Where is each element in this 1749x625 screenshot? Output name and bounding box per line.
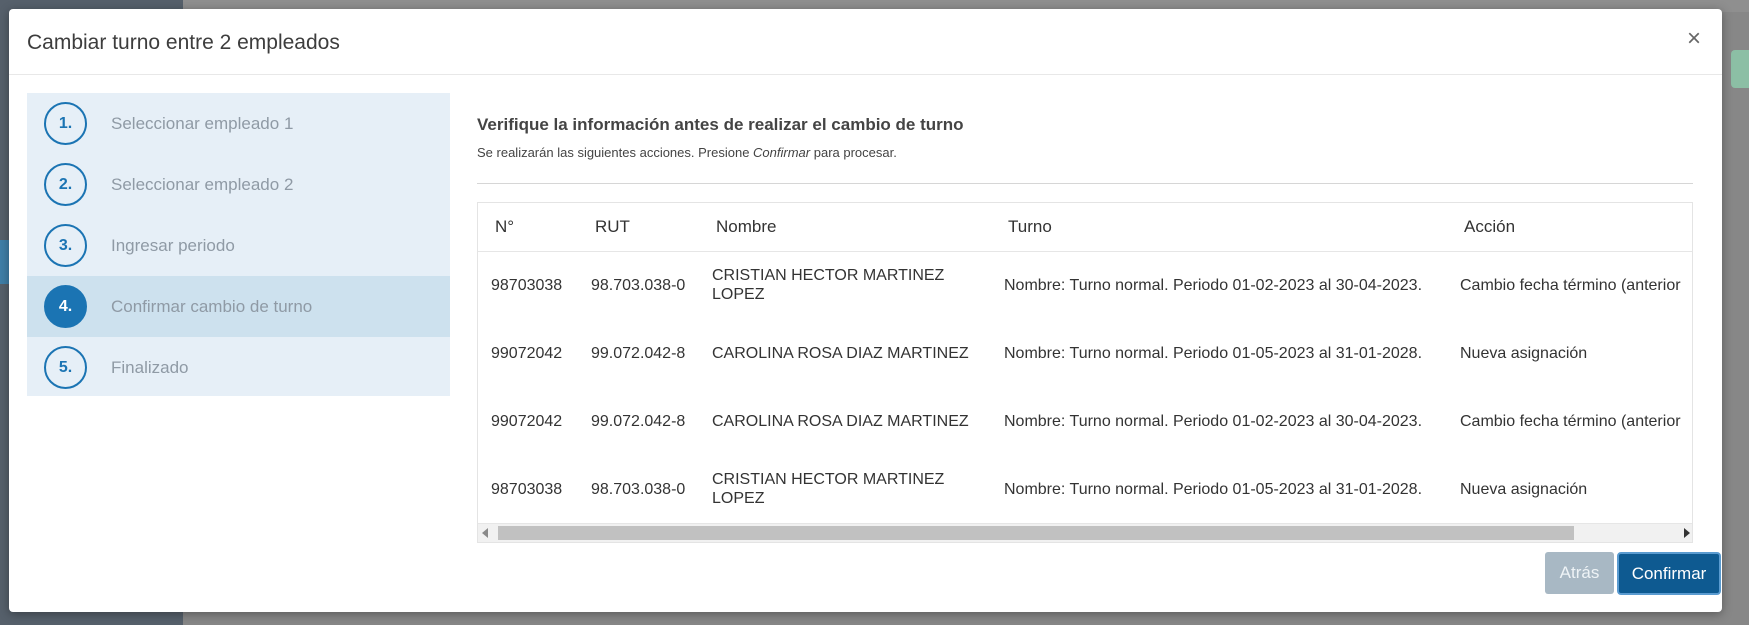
cell-action: Nueva asignación (1460, 344, 1588, 362)
step-number-badge: 4. (44, 285, 87, 328)
step-label: Ingresar periodo (111, 235, 235, 255)
column-header-rut[interactable]: RUT (578, 203, 699, 252)
cell-shift: Nombre: Turno normal. Periodo 01-02-2023… (1004, 276, 1423, 294)
cell-shift: Nombre: Turno normal. Periodo 01-05-2023… (1004, 480, 1423, 498)
column-header-number[interactable]: N° (478, 203, 578, 252)
cell-rut: 99.072.042-8 (591, 412, 686, 430)
step-number-badge: 5. (44, 346, 87, 389)
cell-name: CAROLINA ROSA DIAZ MARTINEZ (712, 412, 969, 430)
cell-action: Cambio fecha término (anterior (1460, 276, 1681, 294)
step-confirm-shift-change[interactable]: 4. Confirmar cambio de turno (27, 276, 450, 337)
confirmation-content: Verifique la información antes de realiz… (477, 93, 1702, 543)
scrollbar-thumb[interactable] (498, 526, 1574, 540)
back-button[interactable]: Atrás (1545, 552, 1614, 594)
cell-shift: Nombre: Turno normal. Periodo 01-05-2023… (1004, 344, 1423, 362)
step-number-badge: 3. (44, 224, 87, 267)
cell-action: Cambio fecha término (anterior (1460, 412, 1681, 430)
step-label: Finalizado (111, 357, 189, 377)
subtitle-emphasis: Confirmar (753, 145, 811, 160)
backdrop-status-pill (1731, 50, 1749, 88)
actions-table: N° RUT Nombre Turno Acción 98703038 98.7… (478, 203, 1692, 523)
cell-number: 99072042 (491, 344, 563, 362)
divider (477, 183, 1693, 184)
step-number-badge: 2. (44, 163, 87, 206)
step-select-employee-2[interactable]: 2. Seleccionar empleado 2 (27, 154, 450, 215)
table-row: 98703038 98.703.038-0 CRISTIAN HECTOR MA… (478, 455, 1692, 523)
cell-number: 98703038 (491, 480, 563, 498)
step-select-employee-1[interactable]: 1. Seleccionar empleado 1 (27, 93, 450, 154)
modal-header: Cambiar turno entre 2 empleados × (9, 9, 1722, 75)
change-shift-modal: Cambiar turno entre 2 empleados × 1. Sel… (9, 9, 1722, 612)
column-header-action[interactable]: Acción (1447, 203, 1692, 252)
cell-rut: 98.703.038-0 (591, 276, 686, 294)
step-label: Confirmar cambio de turno (111, 296, 313, 316)
subtitle-text-after: para procesar. (810, 145, 897, 160)
step-number-badge: 1. (44, 102, 87, 145)
cell-name: CAROLINA ROSA DIAZ MARTINEZ (712, 344, 969, 362)
content-subtitle: Se realizarán las siguientes acciones. P… (477, 145, 1702, 160)
table-row: 99072042 99.072.042-8 CAROLINA ROSA DIAZ… (478, 319, 1692, 387)
confirm-button[interactable]: Confirmar (1617, 552, 1721, 595)
table-row: 98703038 98.703.038-0 CRISTIAN HECTOR MA… (478, 251, 1692, 319)
subtitle-text-before: Se realizarán las siguientes acciones. P… (477, 145, 754, 160)
cell-name: CRISTIAN HECTOR MARTINEZ LOPEZ (712, 267, 945, 304)
actions-table-container: N° RUT Nombre Turno Acción 98703038 98.7… (477, 202, 1693, 543)
step-label: Seleccionar empleado 2 (111, 174, 294, 194)
cell-shift: Nombre: Turno normal. Periodo 01-02-2023… (1004, 412, 1423, 430)
cell-rut: 98.703.038-0 (591, 480, 686, 498)
content-title: Verifique la información antes de realiz… (477, 115, 964, 134)
modal-title: Cambiar turno entre 2 empleados (27, 31, 340, 54)
step-finished[interactable]: 5. Finalizado (27, 337, 450, 398)
cell-name: CRISTIAN HECTOR MARTINEZ LOPEZ (712, 471, 945, 507)
cell-number: 98703038 (491, 276, 563, 294)
horizontal-scrollbar[interactable] (478, 523, 1692, 542)
column-header-shift[interactable]: Turno (991, 203, 1447, 252)
scroll-left-arrow-icon[interactable] (482, 528, 488, 538)
scroll-right-arrow-icon[interactable] (1684, 528, 1690, 538)
table-header-row: N° RUT Nombre Turno Acción (478, 203, 1692, 252)
step-enter-period[interactable]: 3. Ingresar periodo (27, 215, 450, 276)
cell-action: Nueva asignación (1460, 480, 1588, 498)
cell-number: 99072042 (491, 412, 563, 430)
cell-rut: 99.072.042-8 (591, 344, 686, 362)
close-icon[interactable]: × (1682, 27, 1706, 52)
step-label: Seleccionar empleado 1 (111, 113, 294, 133)
table-row: 99072042 99.072.042-8 CAROLINA ROSA DIAZ… (478, 387, 1692, 455)
column-header-name[interactable]: Nombre (699, 203, 991, 252)
wizard-steps: 1. Seleccionar empleado 1 2. Seleccionar… (27, 93, 450, 396)
